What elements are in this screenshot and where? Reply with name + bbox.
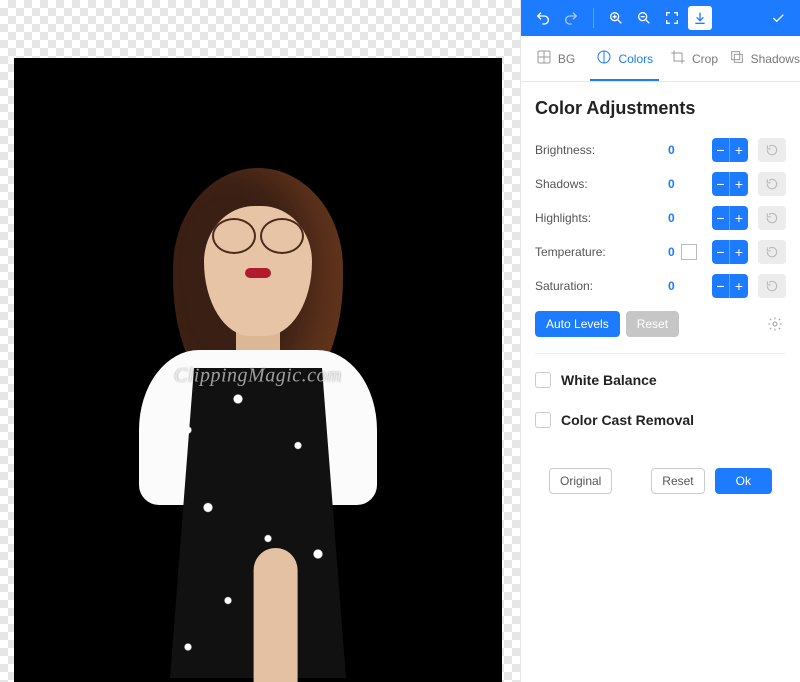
image-preview[interactable]: ClippingMagic.com [14,58,502,682]
temperature-stepper: − + [712,240,748,264]
tab-label: BG [558,52,575,66]
canvas-area[interactable]: ClippingMagic.com [0,0,520,682]
brightness-decrease-button[interactable]: − [712,138,730,162]
saturation-increase-button[interactable]: + [730,274,748,298]
shadows-increase-button[interactable]: + [730,172,748,196]
tab-crop[interactable]: Crop [659,36,728,81]
tab-label: Colors [618,52,653,66]
brightness-stepper: − + [712,138,748,162]
color-cast-row: Color Cast Removal [535,412,786,428]
saturation-decrease-button[interactable]: − [712,274,730,298]
highlights-reset-button[interactable] [758,206,786,230]
temperature-reset-button[interactable] [758,240,786,264]
white-balance-label: White Balance [561,372,657,388]
saturation-label: Saturation: [535,279,668,293]
temperature-increase-button[interactable]: + [730,240,748,264]
shadows-reset-button[interactable] [758,172,786,196]
tab-colors[interactable]: Colors [590,36,659,81]
brightness-reset-button[interactable] [758,138,786,162]
saturation-stepper: − + [712,274,748,298]
adjust-row-shadows: Shadows: 0 − + [535,167,786,201]
auto-levels-row: Auto Levels Reset [535,311,786,337]
temperature-value: 0 [668,244,708,260]
side-panel: BG Colors Crop Shadows Color Adjustments… [520,0,800,682]
divider [535,353,786,354]
saturation-reset-button[interactable] [758,274,786,298]
auto-levels-button[interactable]: Auto Levels [535,311,620,337]
colors-icon [596,49,612,68]
shadows-label: Shadows: [535,177,668,191]
download-button[interactable] [688,6,712,30]
original-button[interactable]: Original [549,468,612,494]
reset-button[interactable]: Reset [651,468,704,494]
shadows-stepper: − + [712,172,748,196]
temperature-decrease-button[interactable]: − [712,240,730,264]
brightness-value: 0 [668,143,708,157]
tab-bg[interactable]: BG [521,36,590,81]
highlights-increase-button[interactable]: + [730,206,748,230]
temperature-value-text: 0 [668,245,675,259]
redo-button[interactable] [559,6,583,30]
fit-screen-button[interactable] [660,6,684,30]
panel-footer: Original Reset Ok [535,456,786,506]
brightness-increase-button[interactable]: + [730,138,748,162]
tab-bar: BG Colors Crop Shadows [521,36,800,82]
reset-small-button[interactable]: Reset [626,311,679,337]
adjust-row-brightness: Brightness: 0 − + [535,133,786,167]
highlights-stepper: − + [712,206,748,230]
ok-button[interactable]: Ok [715,468,772,494]
undo-button[interactable] [531,6,555,30]
highlights-label: Highlights: [535,211,668,225]
highlights-decrease-button[interactable]: − [712,206,730,230]
settings-gear-icon[interactable] [764,313,786,335]
white-balance-row: White Balance [535,372,786,388]
temperature-label: Temperature: [535,245,668,259]
tab-label: Crop [692,52,718,66]
tab-shadows[interactable]: Shadows [729,36,800,81]
color-cast-checkbox[interactable] [535,412,551,428]
toolbar-separator [593,8,594,28]
crop-icon [670,49,686,68]
saturation-value: 0 [668,279,708,293]
transparency-checker [0,0,520,16]
panel-title: Color Adjustments [535,98,786,119]
shadows-decrease-button[interactable]: − [712,172,730,196]
brightness-label: Brightness: [535,143,668,157]
highlights-value: 0 [668,211,708,225]
zoom-out-button[interactable] [632,6,656,30]
shadows-icon [729,49,745,68]
toolbar [521,0,800,36]
adjust-row-highlights: Highlights: 0 − + [535,201,786,235]
color-cast-label: Color Cast Removal [561,412,694,428]
adjust-row-saturation: Saturation: 0 − + [535,269,786,303]
adjust-row-temperature: Temperature: 0 − + [535,235,786,269]
tab-label: Shadows [751,52,800,66]
zoom-in-button[interactable] [604,6,628,30]
confirm-button[interactable] [766,6,790,30]
subject-silhouette [128,168,388,668]
white-balance-checkbox[interactable] [535,372,551,388]
temperature-swatch[interactable] [681,244,697,260]
shadows-value: 0 [668,177,708,191]
bg-icon [536,49,552,68]
